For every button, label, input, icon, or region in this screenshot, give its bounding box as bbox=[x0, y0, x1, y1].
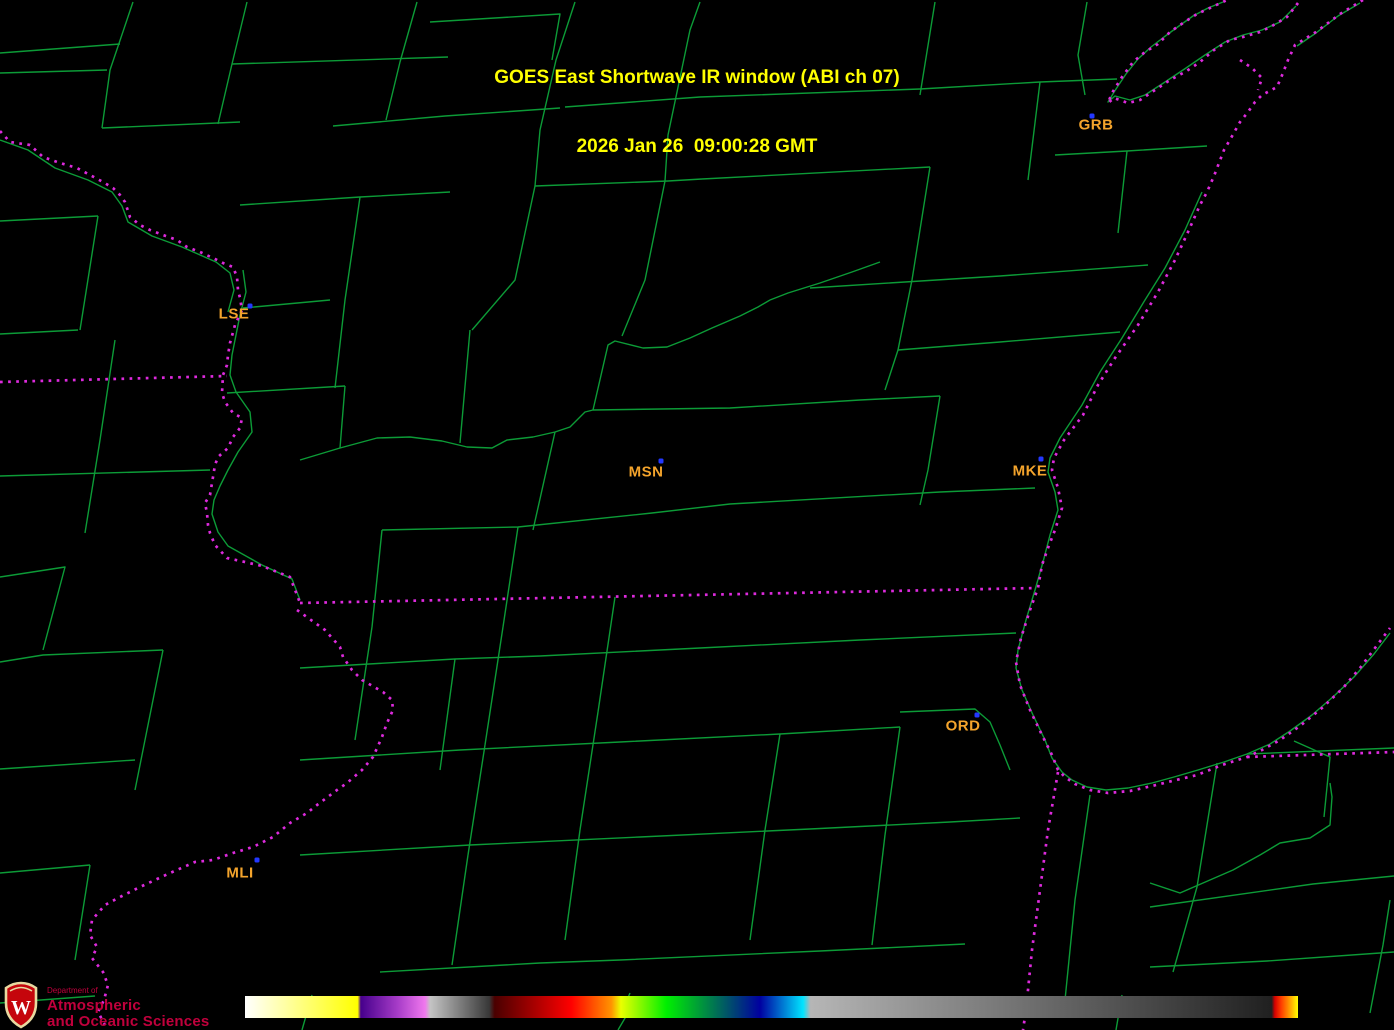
county-line bbox=[871, 834, 886, 946]
county-line bbox=[0, 469, 211, 477]
title-line-2: 2026 Jan 26 09:00:28 GMT bbox=[576, 136, 818, 157]
county-line bbox=[884, 726, 901, 836]
mississippi-river-border-lower bbox=[88, 608, 395, 1026]
county-line bbox=[1369, 899, 1391, 1014]
county-line bbox=[769, 261, 881, 301]
county-line bbox=[897, 331, 1121, 351]
county-line bbox=[0, 759, 136, 770]
county-line bbox=[539, 632, 1017, 657]
county-line bbox=[621, 180, 666, 337]
city-label-mke: MKE bbox=[1012, 462, 1048, 480]
mn-ia-border bbox=[0, 374, 228, 384]
county-line bbox=[381, 487, 1036, 531]
county-line bbox=[0, 864, 91, 874]
city-label-ord: ORD bbox=[945, 717, 981, 735]
county-line bbox=[1064, 794, 1091, 1001]
image-title: GOES East Shortwave IR window (ABI ch 07… bbox=[0, 20, 1394, 204]
il-in-border bbox=[1021, 771, 1060, 1030]
county-line bbox=[597, 596, 616, 713]
county-line bbox=[1172, 762, 1218, 973]
county-line bbox=[84, 339, 116, 534]
county-line bbox=[0, 566, 66, 651]
wi-il-border bbox=[299, 586, 1038, 605]
county-line bbox=[619, 943, 966, 961]
county-line bbox=[74, 864, 91, 961]
city-label-mli: MLI bbox=[226, 864, 254, 882]
county-line bbox=[451, 854, 469, 966]
county-line bbox=[579, 711, 599, 831]
county-line bbox=[1149, 951, 1394, 968]
county-line bbox=[299, 655, 541, 669]
county-line bbox=[459, 329, 471, 444]
logo-line-oceanic: and Oceanic Sciences bbox=[47, 1013, 210, 1030]
county-line bbox=[592, 299, 771, 411]
city-label-msn: MSN bbox=[628, 463, 664, 481]
county-line bbox=[334, 196, 361, 389]
county-line bbox=[242, 299, 331, 309]
title-line-1: GOES East Shortwave IR window (ABI ch 07… bbox=[494, 67, 900, 88]
city-label-grb: GRB bbox=[1078, 116, 1114, 134]
county-line bbox=[299, 726, 901, 761]
county-line bbox=[484, 626, 504, 746]
county-line bbox=[0, 329, 79, 335]
county-line bbox=[592, 395, 941, 411]
county-line bbox=[467, 744, 486, 856]
county-line bbox=[532, 431, 556, 531]
county-line bbox=[0, 215, 99, 222]
county-line bbox=[749, 829, 766, 941]
county-line bbox=[1149, 782, 1333, 894]
county-line bbox=[371, 529, 383, 628]
logo-text: Department of Atmospheric and Oceanic Sc… bbox=[47, 981, 209, 1030]
county-line bbox=[226, 385, 346, 394]
lakeshore-county-line bbox=[1015, 191, 1391, 791]
city-dot-mli bbox=[254, 857, 260, 863]
logo-dept-line: Department of bbox=[47, 986, 98, 995]
county-line bbox=[299, 817, 1021, 856]
satellite-map-stage: GOES East Shortwave IR window (ABI ch 07… bbox=[0, 0, 1394, 1030]
temperature-colorbar bbox=[245, 996, 1298, 1018]
county-line bbox=[564, 829, 581, 941]
uw-aos-logo: W Department of Atmospheric and Oceanic … bbox=[4, 981, 209, 1030]
uw-crest-icon: W bbox=[4, 981, 38, 1029]
county-line bbox=[471, 185, 536, 331]
county-line bbox=[1149, 875, 1394, 908]
crest-letter: W bbox=[11, 997, 31, 1019]
logo-line-atmospheric: Atmospheric bbox=[47, 997, 141, 1014]
city-label-lse: LSE bbox=[218, 305, 250, 323]
county-line bbox=[379, 959, 621, 973]
county-line bbox=[339, 385, 346, 449]
county-line bbox=[502, 526, 519, 628]
county-line bbox=[0, 649, 164, 663]
county-line bbox=[764, 733, 781, 831]
city-dot-mke bbox=[1038, 456, 1044, 462]
county-line bbox=[299, 409, 594, 461]
county-line bbox=[134, 649, 164, 791]
county-line bbox=[79, 215, 99, 331]
county-line bbox=[439, 658, 456, 771]
county-line bbox=[919, 395, 941, 506]
